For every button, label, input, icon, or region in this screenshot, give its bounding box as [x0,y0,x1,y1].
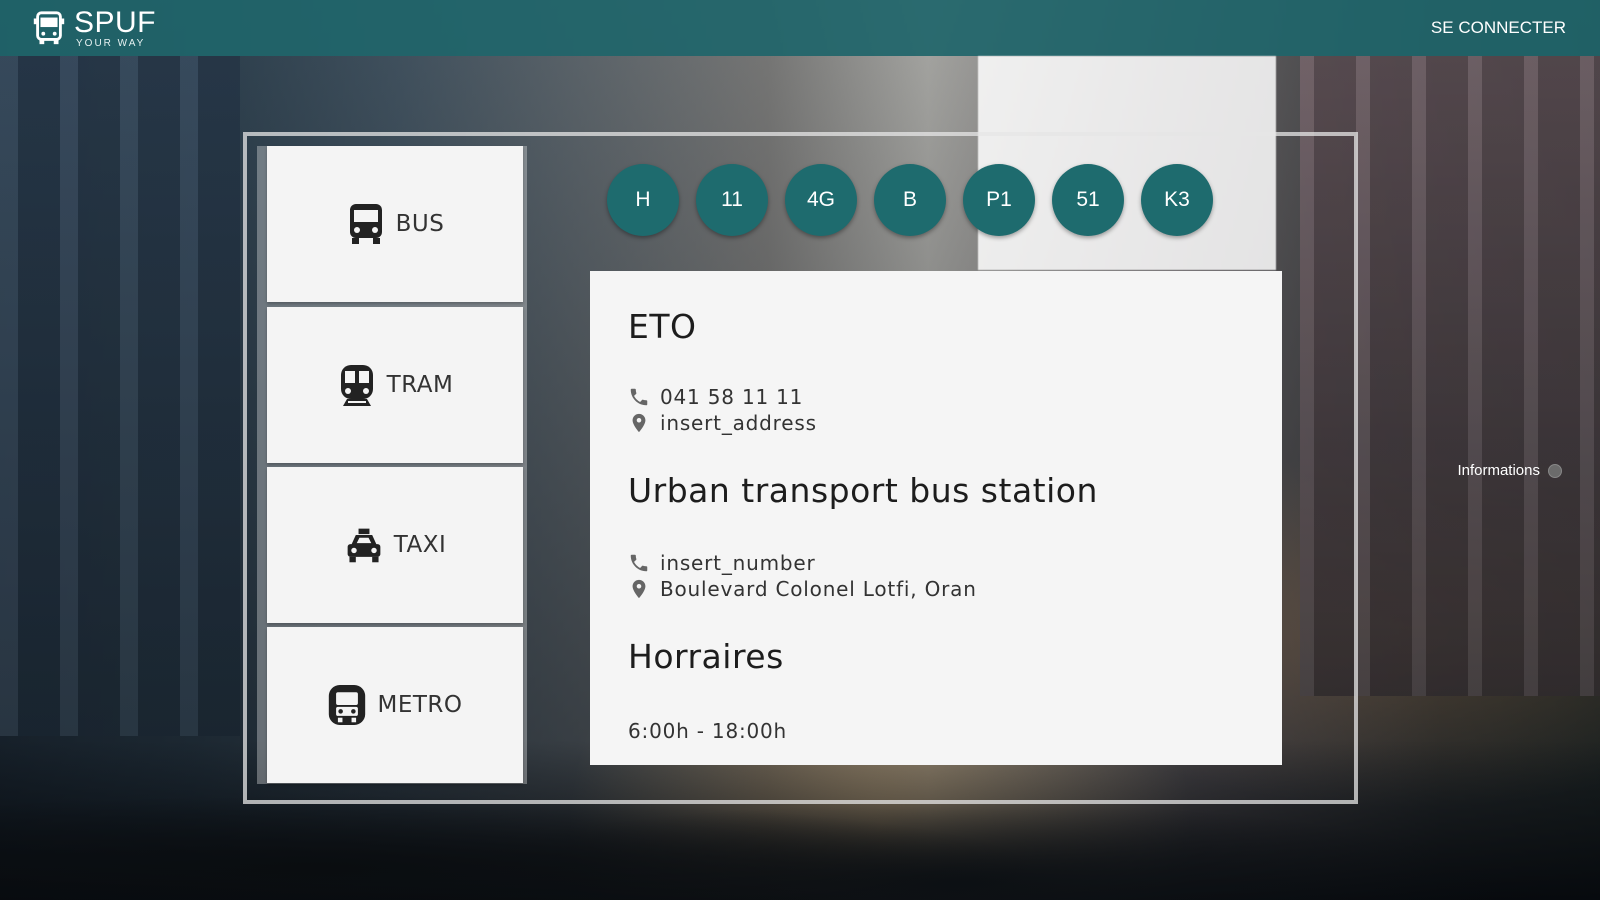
company-title: ETO [628,307,697,346]
line-button-b[interactable]: B [874,164,946,236]
hours-title: Horraires [628,637,784,676]
hours-value: 6:00h - 18:00h [628,719,788,743]
station-phone: insert_number [660,551,816,575]
menu-item-label: BUS [395,211,445,237]
line-button-11[interactable]: 11 [696,164,768,236]
bus-logo-icon [33,11,65,45]
station-title: Urban transport bus station [628,471,1098,510]
location-pin-icon [632,579,646,599]
metro-icon [327,682,367,728]
menu-item-taxi[interactable]: TAXI [267,467,523,623]
informations-label: Informations [1457,462,1540,479]
tram-icon [337,362,377,408]
menu-item-label: TRAM [386,372,454,398]
phone-icon [630,388,648,406]
info-card: ETO 041 58 11 11 insert_address Urban tr… [590,271,1282,765]
station-address: Boulevard Colonel Lotfi, Oran [660,577,977,601]
location-pin-icon [632,413,646,433]
logo-subtitle: YOUR WAY [76,37,146,49]
line-button-k3[interactable]: K3 [1141,164,1213,236]
menu-item-metro[interactable]: METRO [267,627,523,783]
top-bar: SPUF YOUR WAY SE CONNECTER [0,0,1600,56]
menu-item-label: METRO [377,692,463,718]
line-button-4g[interactable]: 4G [785,164,857,236]
menu-item-tram[interactable]: TRAM [267,307,523,463]
toggle-dot-icon [1548,463,1562,478]
bus-icon [346,201,386,247]
line-button-p1[interactable]: P1 [963,164,1035,236]
line-button-h[interactable]: H [607,164,679,236]
taxi-icon [344,522,384,568]
company-address: insert_address [660,411,817,435]
phone-icon [630,554,648,572]
informations-toggle[interactable]: Informations [1457,462,1562,479]
company-phone: 041 58 11 11 [660,385,804,409]
company-address-row: insert_address [628,411,817,435]
menu-item-label: TAXI [393,532,447,558]
menu-item-bus[interactable]: BUS [267,146,523,302]
station-address-row: Boulevard Colonel Lotfi, Oran [628,577,977,601]
logo-title: SPUF [74,5,157,39]
background-building-left [0,56,240,736]
line-button-51[interactable]: 51 [1052,164,1124,236]
station-phone-row: insert_number [628,551,815,575]
login-link[interactable]: SE CONNECTER [1431,18,1566,38]
company-phone-row: 041 58 11 11 [628,385,803,409]
logo[interactable]: SPUF YOUR WAY [30,5,157,49]
